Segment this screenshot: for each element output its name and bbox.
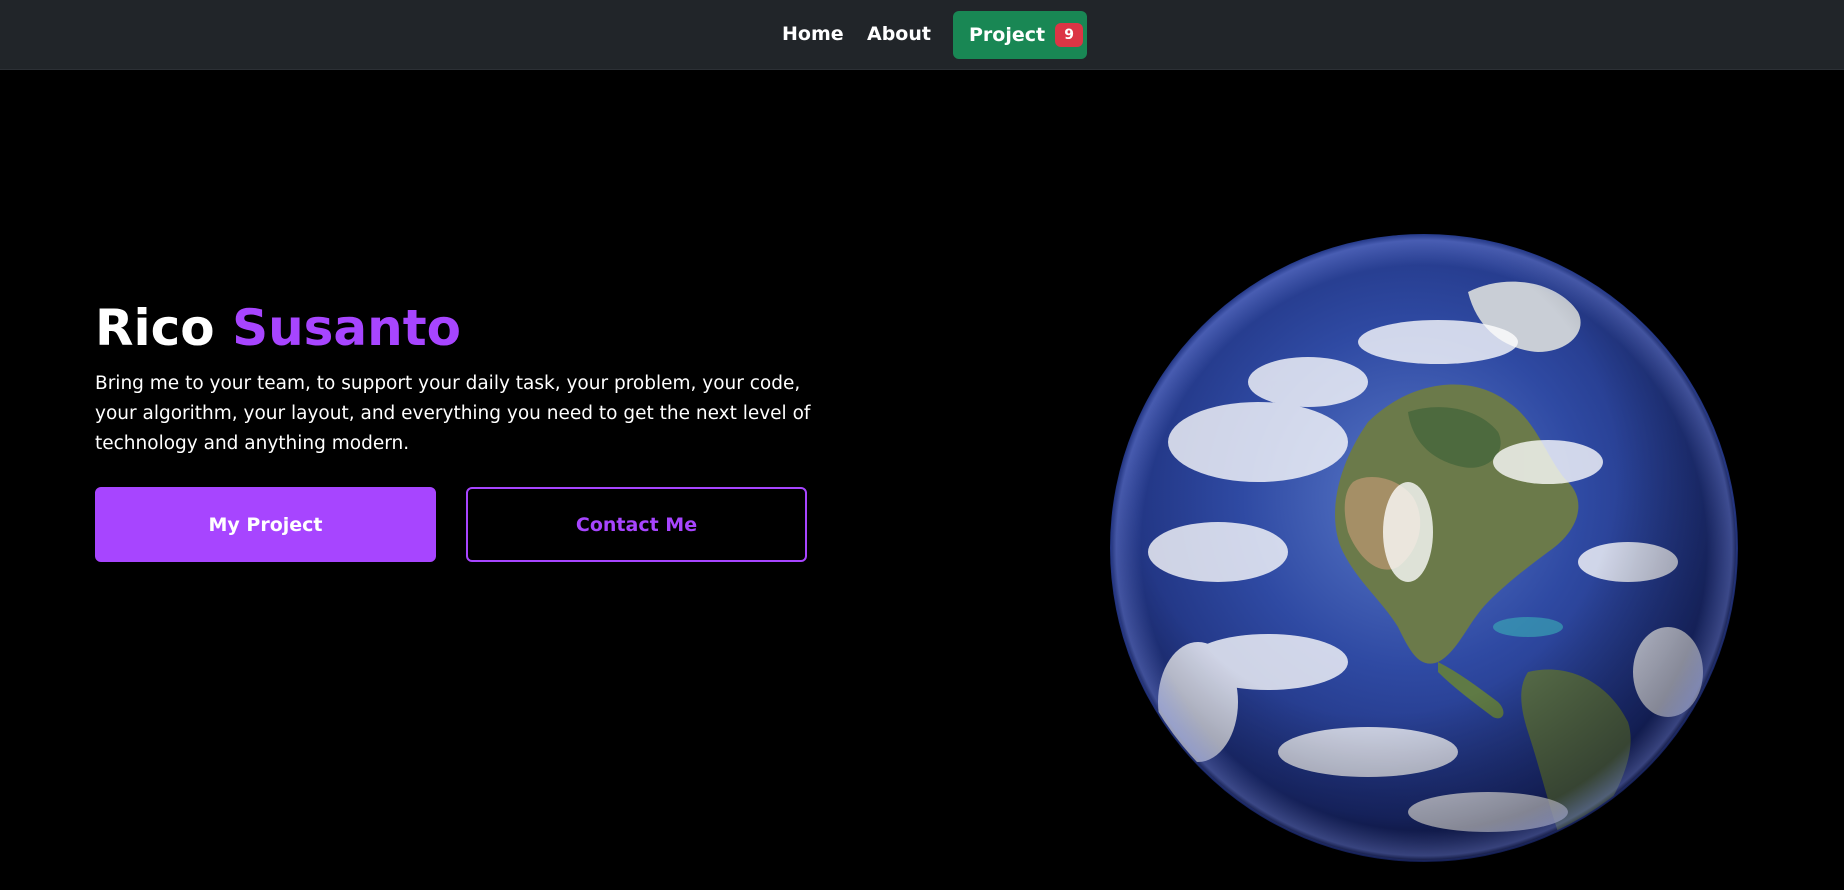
earth-globe-image: [1110, 234, 1738, 862]
hero-description: Bring me to your team, to support your d…: [95, 373, 811, 454]
nav-project-button[interactable]: Project 9: [953, 11, 1087, 59]
navbar: Home About Project 9: [0, 0, 1844, 70]
hero-last-name: Susanto: [232, 299, 462, 357]
nav-about-link[interactable]: About: [867, 21, 931, 47]
my-project-button[interactable]: My Project: [95, 487, 436, 562]
project-count-badge: 9: [1055, 23, 1084, 47]
nav-project-label: Project: [969, 24, 1046, 46]
nav-home-link[interactable]: Home: [782, 21, 844, 47]
contact-me-button[interactable]: Contact Me: [466, 487, 807, 562]
hero-first-name: Rico: [95, 299, 215, 357]
hero-title: Rico Susanto: [95, 297, 461, 359]
